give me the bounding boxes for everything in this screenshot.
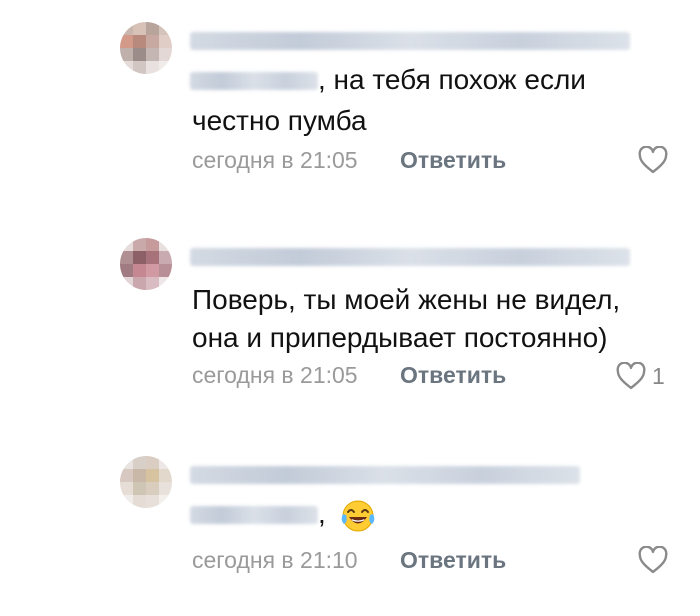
reply-button[interactable]: Ответить [400,545,506,575]
heart-outline-icon[interactable] [638,146,668,174]
avatar[interactable] [120,456,172,508]
author-name-redacted[interactable] [190,32,630,50]
heart-outline-icon[interactable] [616,362,646,390]
comment-meta: сегодня в 21:05 Ответить [192,145,506,175]
avatar[interactable] [120,22,172,74]
comment-text-line-2: она и припердывает постоянно) [192,322,608,353]
comment-meta: сегодня в 21:05 Ответить [192,360,506,390]
reply-to-redacted[interactable] [190,506,318,524]
author-name-redacted[interactable] [190,248,630,266]
comment-text-line-2: честно пумба [192,105,367,136]
timestamp: сегодня в 21:10 [192,547,358,573]
comment-text: , [318,494,376,534]
heart-outline-icon[interactable] [638,546,668,574]
comment-text-line-1: , [318,498,326,529]
comment-text-line-1: , на тебя похож если [318,64,586,95]
like-count: 1 [652,363,665,389]
author-name-redacted[interactable] [190,466,580,484]
timestamp: сегодня в 21:05 [192,362,358,388]
reply-button[interactable]: Ответить [400,360,506,390]
tears-of-joy-emoji [341,500,374,532]
avatar[interactable] [120,238,172,290]
comment-text-line-1: Поверь, ты моей жены не видел, [192,284,621,315]
comment-meta: сегодня в 21:10 Ответить [192,545,506,575]
timestamp: сегодня в 21:05 [192,147,358,173]
reply-to-redacted[interactable] [190,72,318,90]
reply-button[interactable]: Ответить [400,145,506,175]
